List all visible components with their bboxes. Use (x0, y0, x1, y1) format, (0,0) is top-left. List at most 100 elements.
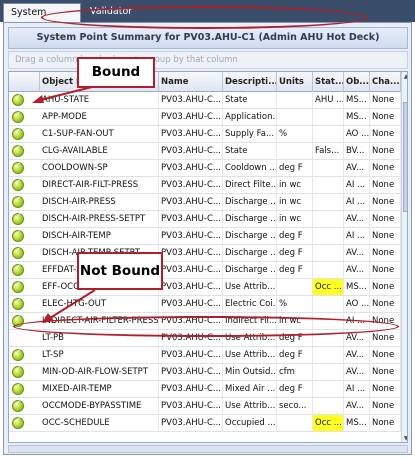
cell-change-col: None (370, 398, 401, 414)
green-check-circle-icon (12, 314, 24, 327)
cell-change-col: None (370, 160, 401, 176)
cell-change-col: None (370, 262, 401, 278)
cell-object-type-col: AO ... (344, 126, 370, 142)
table-row[interactable]: AHU-STATEPV03.AHU-C...State AHU ...MS...N… (9, 92, 401, 109)
cell-name-col: PV03.AHU-C... (159, 262, 223, 278)
table-row[interactable]: CLG-AVAILABLEPV03.AHU-C...State Fals...BV… (9, 143, 401, 160)
cell-name-col: PV03.AHU-C... (159, 109, 223, 125)
cell-object-type-col: AI ... (344, 228, 370, 244)
cell-object-name-col: MIN-OD-AIR-FLOW-SETPT (40, 364, 159, 380)
cell-units-col: in wc (277, 313, 313, 329)
cell-object-type-col: AI ... (344, 177, 370, 193)
cell-status-col (313, 364, 344, 380)
cell-status-col: Occ ... (313, 415, 344, 431)
cell-status-col (313, 262, 344, 278)
table-row[interactable]: APP-MODEPV03.AHU-C...Application... MS...… (9, 109, 401, 126)
cell-status-col (313, 296, 344, 312)
vertical-scrollbar[interactable]: ▲ ▼ (401, 72, 407, 442)
table-row[interactable]: INDIRECT-AIR-FILTER-PRESSPV03.AHU-C...In… (9, 313, 401, 330)
cell-object-type-col: MS... (344, 92, 370, 108)
cell-status-col: Occ ... (313, 279, 344, 295)
table-row[interactable]: MIXED-AIR-TEMPPV03.AHU-C...Mixed Air ...… (9, 381, 401, 398)
table-row[interactable]: MIN-OD-AIR-FLOW-SETPTPV03.AHU-C...Min Ou… (9, 364, 401, 381)
table-row[interactable]: DISCH-AIR-TEMP-SETPTPV03.AHU-C...Dischar… (9, 245, 401, 262)
cell-units-col (277, 109, 313, 125)
cell-description-col: Cooldown ... (223, 160, 277, 176)
cell-object-type-col: MS... (344, 415, 370, 431)
cell-units-col: deg F (277, 245, 313, 261)
table-row[interactable]: ELEC-HTG-OUTPV03.AHU-C...Electric Coi...… (9, 296, 401, 313)
table-row[interactable]: OCC-SCHEDULEPV03.AHU-C...Occupied ... Occ… (9, 415, 401, 432)
cell-name-col: PV03.AHU-C... (159, 347, 223, 363)
header-indicator-col[interactable] (9, 72, 40, 92)
cell-object-name-col: COOLDOWN-SP (40, 160, 159, 176)
cell-object-type-col: AV... (344, 160, 370, 176)
cell-status-col (313, 398, 344, 414)
cell-change-col: None (370, 364, 401, 380)
cell-units-col: in wc (277, 211, 313, 227)
tab-system-summary[interactable]: System Summary (3, 3, 81, 36)
table-row[interactable]: EFF-OCCPV03.AHU-C...Use Attrib...Occ ...… (9, 279, 401, 296)
cell-status-col (313, 126, 344, 142)
table-row[interactable]: COOLDOWN-SPPV03.AHU-C...Cooldown ...deg … (9, 160, 401, 177)
cell-status-col (313, 211, 344, 227)
header-change-col[interactable]: Cha... (370, 72, 401, 92)
cell-status-col: Fals... (313, 143, 344, 159)
cell-change-col: None (370, 126, 401, 142)
green-check-circle-icon (12, 263, 24, 276)
cell-units-col: deg F (277, 381, 313, 397)
header-status-col[interactable]: Stat... (313, 72, 344, 92)
cell-status-col (313, 194, 344, 210)
cell-object-type-col: AV... (344, 364, 370, 380)
table-row[interactable]: DIRECT-AIR-FILT-PRESSPV03.AHU-C...Direct… (9, 177, 401, 194)
cell-change-col: None (370, 296, 401, 312)
table-row[interactable]: DISCH-AIR-PRESSPV03.AHU-C...Discharge ..… (9, 194, 401, 211)
cell-object-name-col: C1-SUP-FAN-OUT (40, 126, 159, 142)
green-check-circle-icon (12, 348, 24, 361)
table-row[interactable]: EFFDAT-SPPV03.AHU-C...Discharge ...deg F… (9, 262, 401, 279)
cell-object-type-col: BV... (344, 143, 370, 159)
table-row[interactable]: DISCH-AIR-TEMPPV03.AHU-C...Discharge ...… (9, 228, 401, 245)
header-units-col[interactable]: Units (277, 72, 313, 92)
table-row[interactable]: LT-PB PV03.AHU-C... Use Attrib... deg F AV..… (9, 330, 401, 347)
cell-name-col: PV03.AHU-C... (159, 126, 223, 142)
cell-name-col: PV03.AHU-C... (159, 160, 223, 176)
table-row[interactable]: C1-SUP-FAN-OUTPV03.AHU-C...Supply Fa...%… (9, 126, 401, 143)
cell-description-col: Use Attrib... (223, 330, 277, 346)
cell-name-col: PV03.AHU-C... (159, 245, 223, 261)
table-row[interactable]: LT-SPPV03.AHU-C...Use Attrib...deg F AV..… (9, 347, 401, 364)
group-by-area[interactable]: Drag a column header here to group by th… (8, 51, 408, 69)
cell-change-col: None (370, 228, 401, 244)
cell-object-name-col: DIRECT-AIR-FILT-PRESS (40, 177, 159, 193)
cell-status-col (313, 381, 344, 397)
cell-units-col: cfm (277, 364, 313, 380)
cell-description-col: Discharge ... (223, 245, 277, 261)
header-object-type-col[interactable]: Ob... (344, 72, 370, 92)
cell-description-col: Use Attrib... (223, 398, 277, 414)
cell-name-col: PV03.AHU-C... (159, 143, 223, 159)
cell-name-col: PV03.AHU-C... (159, 211, 223, 227)
scroll-up-icon[interactable]: ▲ (402, 72, 407, 82)
table-row[interactable]: DISCH-AIR-PRESS-SETPTPV03.AHU-C...Discha… (9, 211, 401, 228)
cell-object-type-col: AO ... (344, 296, 370, 312)
scroll-down-icon[interactable]: ▼ (402, 434, 407, 442)
cell-object-type-col: MS... (344, 109, 370, 125)
cell-object-name-col: DISCH-AIR-PRESS-SETPT (40, 211, 159, 227)
cell-units-col (277, 143, 313, 159)
cell-object-name-col: LT-SP (40, 347, 159, 363)
green-check-circle-icon (12, 280, 24, 293)
cell-status-col (313, 177, 344, 193)
scrollbar-thumb[interactable] (403, 102, 407, 212)
table-row[interactable]: OCCMODE-BYPASSTIMEPV03.AHU-C...Use Attri… (9, 398, 401, 415)
system-summary-panel: System Point Summary for PV03.AHU-C1 (Ad… (3, 22, 412, 455)
tab-validator[interactable]: Validator (83, 3, 153, 22)
cell-description-col: Occupied ... (223, 415, 277, 431)
cell-object-type-col: AV... (344, 262, 370, 278)
cell-change-col: None (370, 211, 401, 227)
green-check-circle-icon (12, 229, 24, 242)
header-description-col[interactable]: Descripti... (223, 72, 277, 92)
cell-object-name-col: ELEC-HTG-OUT (40, 296, 159, 312)
points-grid: Object N Name Descripti... Units Stat... Ob..… (8, 71, 408, 443)
header-name-col[interactable]: Name (159, 72, 223, 92)
cell-change-col: None (370, 194, 401, 210)
